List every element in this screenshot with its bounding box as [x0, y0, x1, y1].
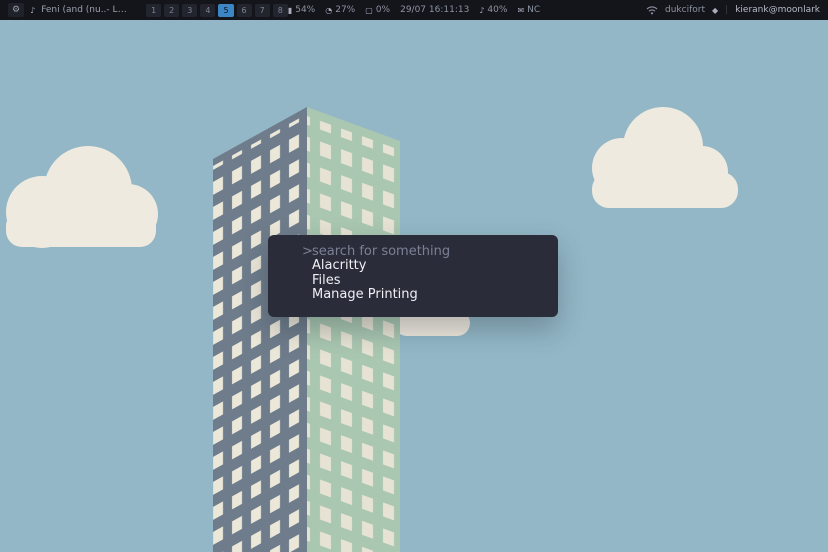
workspace-button[interactable]: 8 [273, 4, 288, 17]
memory-icon: ▢ [365, 6, 373, 15]
workspace-button[interactable]: 6 [237, 4, 252, 17]
mail-status-text: NC [527, 5, 540, 15]
now-playing-title[interactable]: Feni (and (nu..- LAN) [41, 5, 130, 15]
workspace-button-active[interactable]: 5 [218, 4, 233, 17]
launcher-item-alacritty[interactable]: Alacritty [302, 259, 546, 274]
skyscraper-building [213, 107, 400, 552]
mail-icon: ✉ [517, 6, 524, 15]
bar-separator: | [725, 5, 728, 15]
volume-status[interactable]: ♪ 40% [479, 5, 507, 15]
volume-percent: 40% [487, 5, 507, 15]
mail-status: ✉ NC [517, 5, 540, 15]
wifi-icon [646, 5, 658, 15]
battery-percent: 54% [295, 5, 315, 15]
wifi-ssid[interactable]: dukcifort [665, 5, 705, 15]
logged-in-user: kierank@moonlark [735, 5, 820, 15]
launcher-item-files[interactable]: Files [302, 274, 546, 289]
workspace-button[interactable]: 4 [200, 4, 215, 17]
app-launcher: > search for something Alacritty Files M… [268, 235, 558, 317]
building-left-windows [213, 114, 307, 552]
volume-icon: ♪ [479, 6, 484, 15]
bar-left-section: ⚙ ♪ Feni (and (nu..- LAN) 1 2 3 4 5 6 7 … [8, 3, 288, 17]
bar-right-section: dukcifort ◆ | kierank@moonlark [540, 5, 820, 15]
status-bar: ⚙ ♪ Feni (and (nu..- LAN) 1 2 3 4 5 6 7 … [0, 0, 828, 20]
workspace-switcher: 1 2 3 4 5 6 7 8 [146, 4, 288, 17]
clock: 29/07 16:11:13 [400, 5, 469, 15]
cpu-icon: ◔ [325, 6, 332, 15]
cpu-percent: 27% [335, 5, 355, 15]
bar-status-section: ▮ 54% ◔ 27% ▢ 0% 29/07 16:11:13 ♪ 40% ✉ … [288, 5, 540, 15]
battery-status: ▮ 54% [288, 5, 315, 15]
launcher-item-manage-printing[interactable]: Manage Printing [302, 288, 546, 303]
workspace-button[interactable]: 1 [146, 4, 161, 17]
search-placeholder: search for something [312, 244, 450, 259]
workspace-button[interactable]: 2 [164, 4, 179, 17]
cpu-status: ◔ 27% [325, 5, 355, 15]
music-note-icon: ♪ [30, 6, 35, 15]
settings-gear-icon[interactable]: ⚙ [8, 3, 24, 17]
memory-status: ▢ 0% [365, 5, 390, 15]
building-right-windows [307, 116, 400, 552]
launcher-search-input[interactable]: > search for something [302, 244, 546, 259]
workspace-button[interactable]: 7 [255, 4, 270, 17]
prompt-caret: > [302, 244, 312, 259]
memory-percent: 0% [376, 5, 390, 15]
clock-text: 29/07 16:11:13 [400, 5, 469, 15]
workspace-button[interactable]: 3 [182, 4, 197, 17]
battery-icon: ▮ [288, 6, 292, 15]
tray-diamond-icon: ◆ [712, 6, 718, 15]
